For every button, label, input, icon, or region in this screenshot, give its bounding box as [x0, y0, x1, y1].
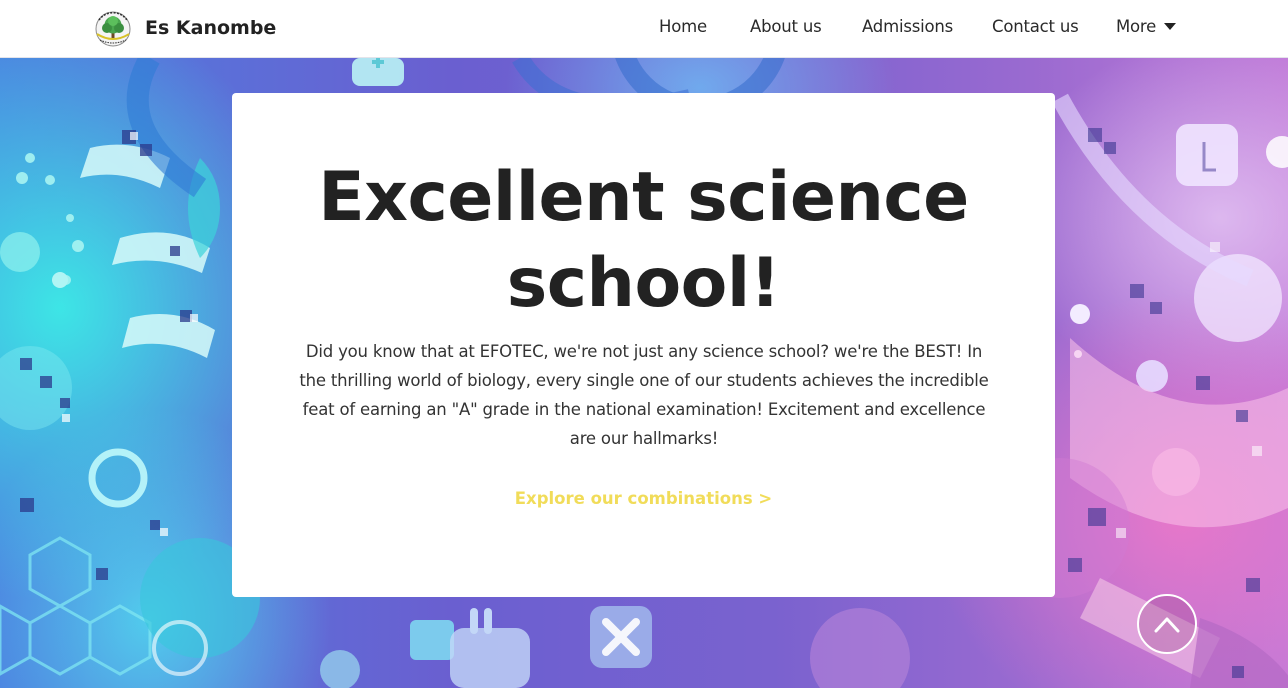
nav-more-label: More: [1116, 17, 1157, 36]
chevron-up-icon: [1154, 617, 1180, 633]
scroll-to-top-button[interactable]: [1137, 594, 1197, 654]
brand-name[interactable]: Es Kanombe: [145, 17, 276, 39]
nav-contact-us[interactable]: Contact us: [992, 17, 1079, 36]
hero-headline-line1: Excellent science: [318, 158, 969, 237]
hero-description: Did you know that at EFOTEC, we're not j…: [299, 342, 989, 448]
school-logo-icon: [93, 8, 133, 48]
nav-more-dropdown[interactable]: More: [1116, 17, 1177, 36]
nav-admissions[interactable]: Admissions: [862, 17, 953, 36]
header: Es Kanombe Home About us Admissions Cont…: [0, 0, 1288, 58]
explore-combinations-link[interactable]: Explore our combinations >: [232, 489, 1055, 508]
nav-about-us[interactable]: About us: [750, 17, 822, 36]
brand[interactable]: Es Kanombe: [93, 8, 276, 48]
main-nav: Home About us Admissions Contact us More: [638, 0, 1288, 56]
caret-down-icon: [1164, 23, 1177, 30]
nav-home[interactable]: Home: [659, 17, 707, 36]
hero-headline: Excellent science school!: [232, 155, 1055, 327]
hero-card: Excellent science school! Did you know t…: [232, 93, 1055, 597]
hero-headline-line2: school!: [506, 244, 781, 323]
